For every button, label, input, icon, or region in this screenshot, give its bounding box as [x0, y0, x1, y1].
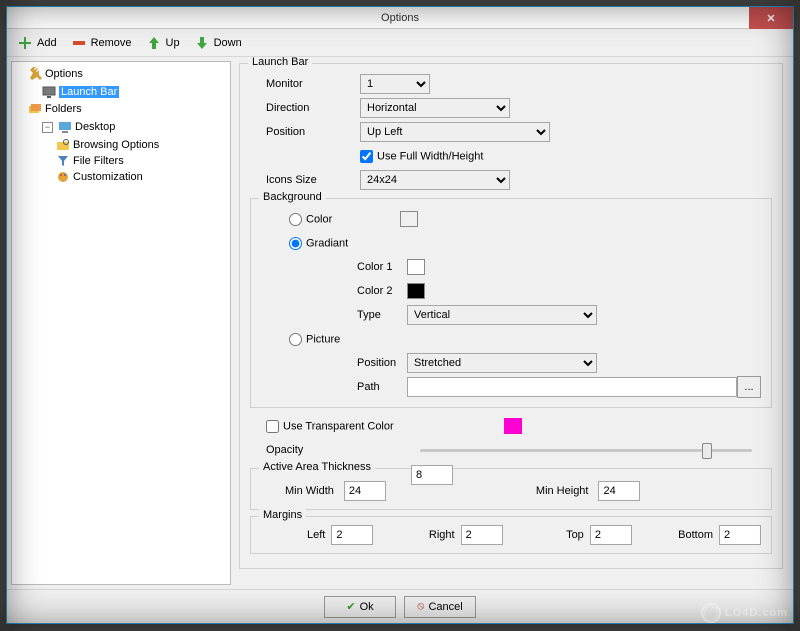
tree-item-customization[interactable]: Customization	[56, 169, 228, 185]
up-button[interactable]: Up	[142, 33, 184, 53]
monitor-icon	[42, 85, 56, 99]
down-button[interactable]: Down	[190, 33, 246, 53]
bg-picture-radio[interactable]: Picture	[289, 333, 340, 346]
monitor-label: Monitor	[250, 78, 360, 90]
gradient-type-select[interactable]: Vertical	[407, 305, 597, 325]
filter-icon	[56, 154, 70, 168]
wrench-icon	[28, 67, 42, 81]
group-legend: Margins	[259, 509, 306, 521]
tree-label: File Filters	[73, 155, 124, 167]
margin-right-label: Right	[414, 529, 454, 541]
color1-label: Color 1	[357, 261, 407, 273]
arrow-down-icon	[194, 35, 210, 51]
margin-right-input[interactable]	[461, 525, 503, 545]
picture-position-select[interactable]: Stretched	[407, 353, 597, 373]
min-width-label: Min Width	[285, 485, 334, 497]
margin-bottom-label: Bottom	[673, 529, 713, 541]
margin-left-label: Left	[285, 529, 325, 541]
close-button[interactable]: ✕	[749, 7, 793, 29]
opacity-slider[interactable]	[420, 440, 752, 460]
background-group: Background Color Gradiant Color 1 Color …	[250, 198, 772, 408]
tree-label: Folders	[45, 103, 82, 115]
min-height-label: Min Height	[536, 485, 589, 497]
pic-position-label: Position	[357, 357, 407, 369]
remove-label: Remove	[91, 37, 132, 49]
margin-left-input[interactable]	[331, 525, 373, 545]
nav-tree[interactable]: Options Launch Bar Folders	[11, 61, 231, 585]
icons-size-select[interactable]: 24x24	[360, 170, 510, 190]
transparent-color-swatch[interactable]	[504, 418, 522, 434]
titlebar: Options ✕	[7, 7, 793, 29]
tree-label: Launch Bar	[59, 86, 119, 98]
collapse-icon[interactable]: −	[42, 122, 53, 133]
position-label: Position	[250, 126, 360, 138]
minus-icon	[71, 35, 87, 51]
toolbar: Add Remove Up Down	[7, 29, 793, 57]
color-swatch[interactable]	[400, 211, 418, 227]
browse-button[interactable]: ...	[737, 376, 761, 398]
tree-label: Desktop	[75, 121, 115, 133]
tree-item-file-filters[interactable]: File Filters	[56, 153, 228, 169]
use-transparent-checkbox[interactable]: Use Transparent Color	[266, 420, 394, 433]
color1-swatch[interactable]	[407, 259, 425, 275]
settings-panel: Launch Bar Monitor 1 Direction Horizonta…	[235, 57, 793, 589]
close-icon: ✕	[766, 12, 775, 25]
group-legend: Background	[259, 191, 326, 203]
direction-label: Direction	[250, 102, 360, 114]
globe-icon	[701, 603, 721, 623]
bg-gradient-radio[interactable]: Gradiant	[289, 237, 348, 250]
opacity-label: Opacity	[250, 444, 360, 456]
margin-top-input[interactable]	[590, 525, 632, 545]
tree-item-launch-bar[interactable]: Launch Bar	[42, 84, 228, 100]
margins-group: Margins Left Right Top Bottom	[250, 516, 772, 554]
folder-search-icon	[56, 138, 70, 152]
remove-button[interactable]: Remove	[67, 33, 136, 53]
use-full-checkbox[interactable]: Use Full Width/Height	[360, 150, 483, 163]
plus-icon	[17, 35, 33, 51]
tree-item-folders[interactable]: Folders − Desktop	[28, 101, 228, 187]
tree-label: Browsing Options	[73, 139, 159, 151]
down-label: Down	[214, 37, 242, 49]
path-input[interactable]	[407, 377, 737, 397]
margin-bottom-input[interactable]	[719, 525, 761, 545]
active-area-group: Active Area Thickness Min Width Min Heig…	[250, 468, 772, 510]
monitor-select[interactable]: 1	[360, 74, 430, 94]
tree-item-desktop[interactable]: − Desktop Browsing Options	[42, 119, 228, 186]
group-legend: Active Area Thickness	[259, 461, 375, 473]
bg-color-radio[interactable]: Color	[289, 213, 332, 226]
margin-top-label: Top	[543, 529, 583, 541]
type-label: Type	[357, 309, 407, 321]
launch-bar-group: Launch Bar Monitor 1 Direction Horizonta…	[239, 63, 783, 569]
cancel-button[interactable]: ⦸ Cancel	[404, 596, 476, 618]
min-height-input[interactable]	[598, 481, 640, 501]
path-label: Path	[357, 381, 407, 393]
check-icon: ✔	[346, 600, 355, 613]
tree-label: Customization	[73, 171, 143, 183]
position-select[interactable]: Up Left	[360, 122, 550, 142]
tree-item-options[interactable]: Options Launch Bar	[28, 66, 228, 101]
add-button[interactable]: Add	[13, 33, 61, 53]
direction-select[interactable]: Horizontal	[360, 98, 510, 118]
icons-size-label: Icons Size	[250, 174, 360, 186]
min-width-input[interactable]	[344, 481, 386, 501]
no-entry-icon: ⦸	[417, 600, 424, 613]
color2-label: Color 2	[357, 285, 407, 297]
ok-button[interactable]: ✔ Ok	[324, 596, 396, 618]
tree-label: Options	[45, 68, 83, 80]
arrow-up-icon	[146, 35, 162, 51]
options-window: Options ✕ Add Remove Up Do	[6, 6, 794, 624]
watermark: LO4D.com	[701, 603, 788, 623]
up-label: Up	[166, 37, 180, 49]
folders-icon	[28, 102, 42, 116]
desktop-icon	[58, 120, 72, 134]
add-label: Add	[37, 37, 57, 49]
tree-item-browsing-options[interactable]: Browsing Options	[56, 137, 228, 153]
active-area-value-input[interactable]	[411, 465, 453, 485]
window-title: Options	[381, 12, 419, 24]
color2-swatch[interactable]	[407, 283, 425, 299]
palette-icon	[56, 170, 70, 184]
dialog-footer: ✔ Ok ⦸ Cancel	[7, 589, 793, 623]
group-legend: Launch Bar	[248, 57, 312, 68]
